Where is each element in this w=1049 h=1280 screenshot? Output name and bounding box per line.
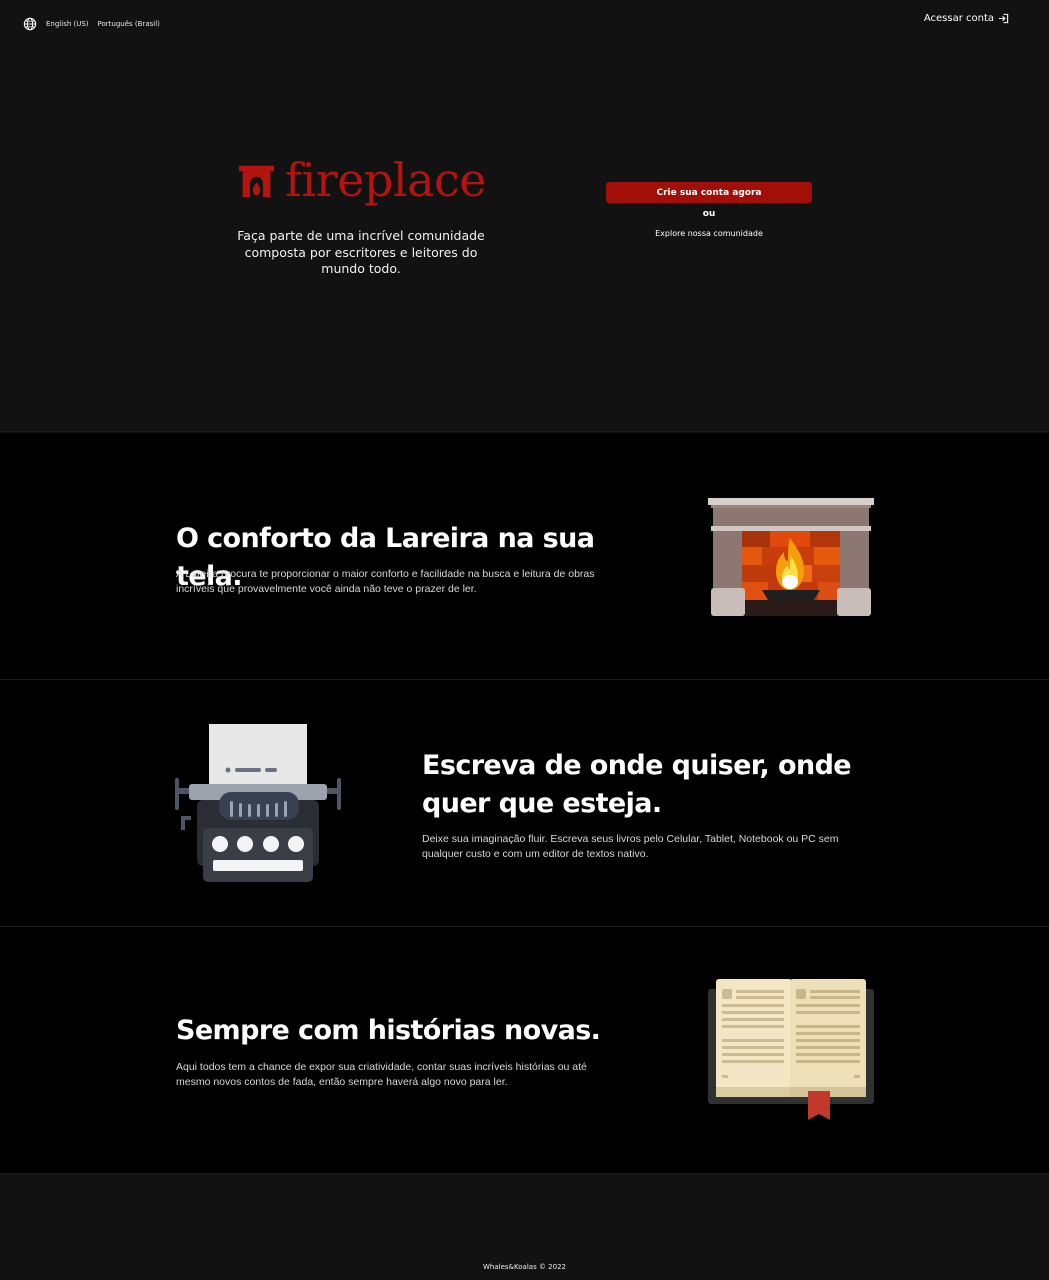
hero-section: English (US) Português (Brasil) Acessar … xyxy=(0,0,1049,432)
login-link[interactable]: Acessar conta xyxy=(924,13,1009,24)
open-book-icon xyxy=(708,979,874,1120)
feature-comfort: O conforto da Lareira na sua tela. A Lar… xyxy=(0,433,1049,680)
feature-description: Aqui todos tem a chance de expor sua cri… xyxy=(176,1061,587,1088)
brand-logo: fireplace xyxy=(238,153,487,207)
feature-description: A Lareira procura te proporcionar o maio… xyxy=(176,568,595,595)
top-bar: English (US) Português (Brasil) Acessar … xyxy=(0,0,1049,48)
feature-new-stories: Sempre com histórias novas. Aqui todos t… xyxy=(0,927,1049,1174)
feature-title: Sempre com histórias novas. xyxy=(176,1015,601,1046)
language-switcher: English (US) Português (Brasil) xyxy=(23,17,160,31)
fireplace-icon xyxy=(708,498,874,616)
hero-tagline: Faça parte de uma incrível comunidade co… xyxy=(237,228,485,276)
login-icon xyxy=(998,13,1009,24)
copyright-text: Whales&Koalas © 2022 xyxy=(483,1263,566,1271)
feature-description: Deixe sua imaginação fluir. Escreva seus… xyxy=(422,833,839,860)
globe-icon[interactable] xyxy=(23,17,37,31)
explore-community-link[interactable]: Explore nossa comunidade xyxy=(606,229,812,238)
or-separator: ou xyxy=(702,209,716,219)
feature-write-anywhere: Escreva de onde quiser, onde quer que es… xyxy=(0,680,1049,927)
login-label: Acessar conta xyxy=(923,13,994,24)
language-option-portuguese[interactable]: Português (Brasil) xyxy=(98,20,160,28)
create-account-button[interactable]: Crie sua conta agora xyxy=(606,182,812,203)
language-option-english[interactable]: English (US) xyxy=(46,20,89,28)
typewriter-icon xyxy=(175,724,341,882)
brand-name: fireplace xyxy=(285,153,487,207)
feature-title: Escreva de onde quiser, onde quer que es… xyxy=(422,750,852,819)
fireplace-logo-icon xyxy=(238,165,275,197)
